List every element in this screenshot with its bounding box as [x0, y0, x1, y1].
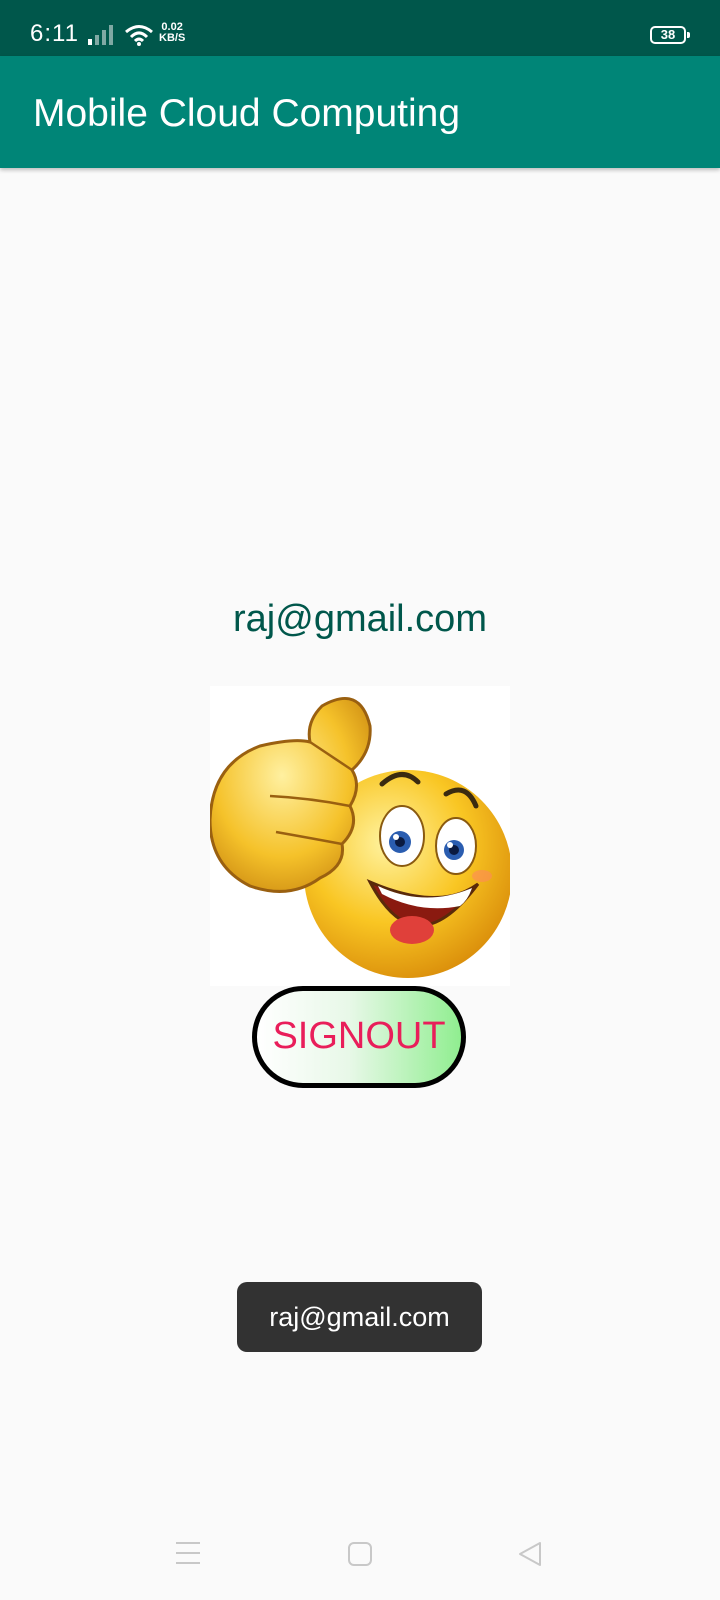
home-icon[interactable] — [346, 1540, 374, 1568]
status-time: 6:11 — [30, 20, 79, 47]
back-icon[interactable] — [516, 1540, 544, 1568]
net-speed-unit: KB/S — [159, 32, 186, 44]
wifi-icon — [125, 25, 153, 46]
navigation-bar — [0, 1520, 720, 1600]
signout-button[interactable]: SIGNOUT — [252, 986, 466, 1088]
thumbs-up-smiley-icon — [208, 696, 512, 978]
toast-text: raj@gmail.com — [269, 1302, 450, 1332]
user-email: raj@gmail.com — [233, 598, 487, 640]
battery-icon: 38 — [650, 26, 686, 44]
menu-icon[interactable] — [174, 1540, 202, 1566]
battery-tip — [687, 32, 690, 38]
net-speed: 0.02 KB/S — [159, 22, 185, 44]
signal-icon — [88, 25, 113, 45]
thumbs-up-smiley-image — [208, 686, 512, 986]
battery-level: 38 — [660, 27, 676, 42]
app-title: Mobile Cloud Computing — [33, 92, 461, 135]
toast-message: raj@gmail.com — [237, 1282, 482, 1352]
app-bar: Mobile Cloud Computing — [0, 56, 720, 168]
signout-label: SIGNOUT — [272, 1015, 446, 1057]
status-bar: 6:11 0.02 KB/S 38 — [0, 0, 720, 56]
